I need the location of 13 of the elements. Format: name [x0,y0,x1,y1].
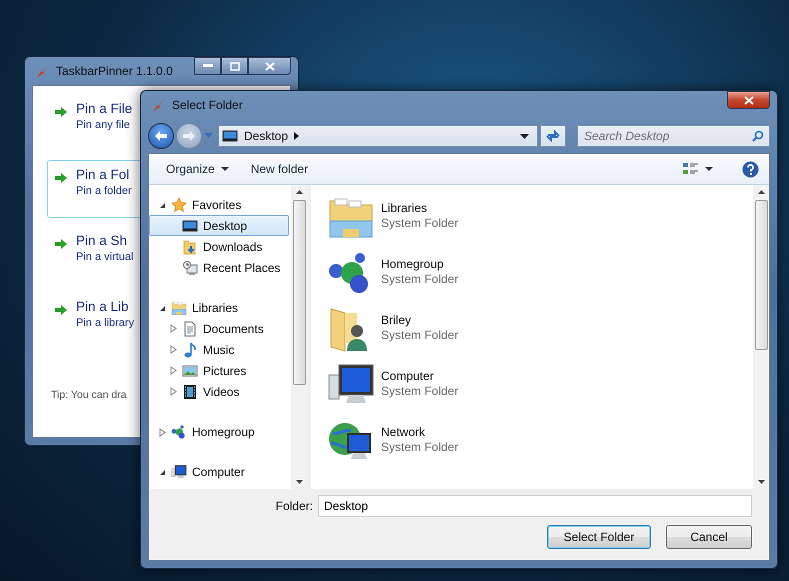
address-text: Desktop [244,129,288,143]
folder-label: Folder: [276,499,313,513]
window-title: Select Folder [172,98,243,112]
option-title: Pin a Sh [76,233,128,248]
tip-text: Tip: You can dra [51,389,126,401]
option-description: Pin any file [76,119,131,131]
option-title: Pin a File [76,101,132,116]
option-title: Pin a Lib [76,299,130,314]
option-description: Pin a virtual [76,251,134,263]
option-title: Pin a Fol [76,167,130,182]
option-description: Pin a folder [76,185,132,197]
option-description: Pin a library [76,317,134,329]
window-title: TaskbarPinner 1.1.0.0 [56,64,173,78]
